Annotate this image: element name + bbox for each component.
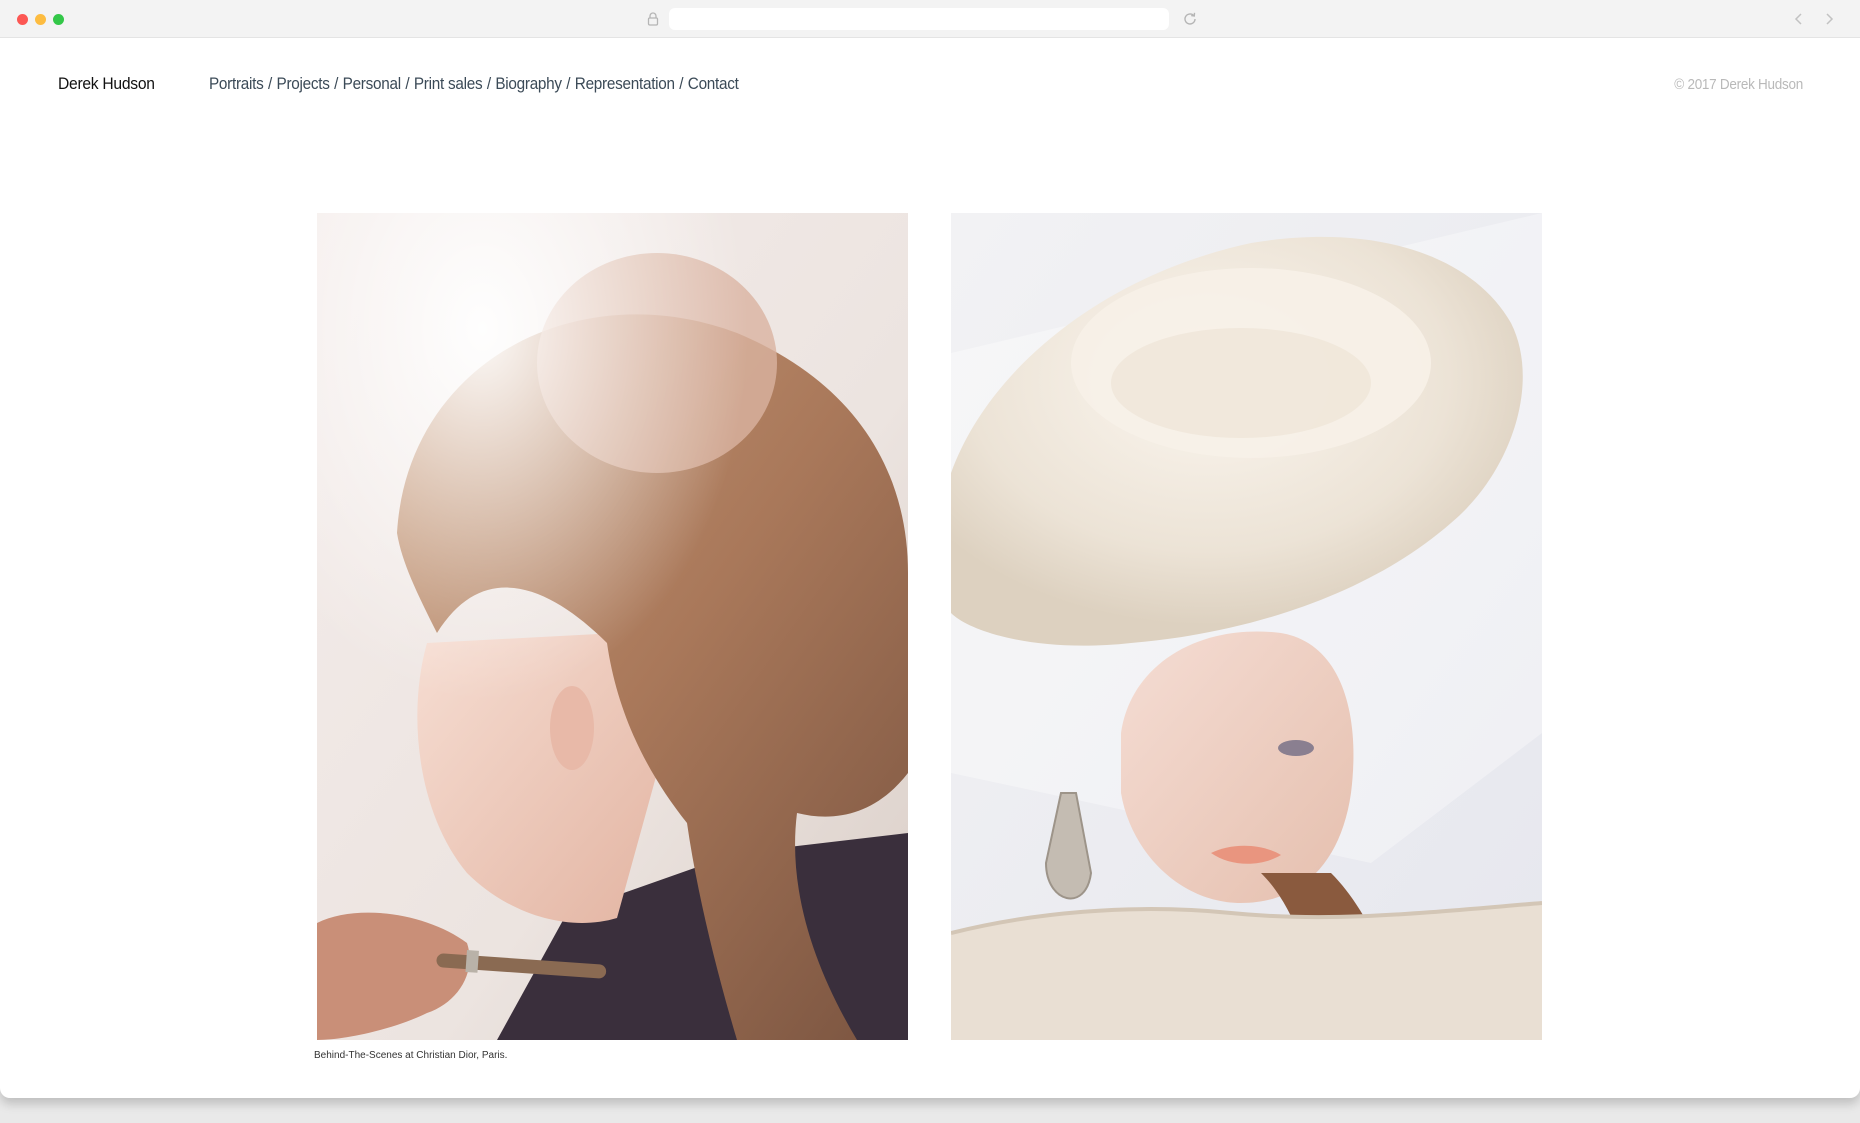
- copyright-notice: © 2017 Derek Hudson: [1674, 76, 1803, 93]
- nav-separator: /: [486, 74, 491, 93]
- nav-link-print-sales[interactable]: Print sales: [414, 74, 483, 93]
- nav-link-biography[interactable]: Biography: [495, 74, 562, 93]
- zoom-window-button[interactable]: [53, 14, 64, 25]
- main-navigation: Portraits / Projects / Personal / Print sales /…: [209, 74, 739, 94]
- photo-caption: Behind-The-Scenes at Christian Dior, Par…: [314, 1050, 508, 1061]
- gallery-photo-white-hat[interactable]: [951, 213, 1542, 1040]
- nav-link-portraits[interactable]: Portraits: [209, 74, 264, 93]
- nav-separator: /: [679, 74, 684, 93]
- browser-toolbar: [0, 0, 1860, 38]
- minimize-window-button[interactable]: [35, 14, 46, 25]
- nav-separator: /: [566, 74, 571, 93]
- nav-link-projects[interactable]: Projects: [277, 74, 330, 93]
- site-title[interactable]: Derek Hudson: [58, 74, 155, 94]
- nav-link-representation[interactable]: Representation: [575, 74, 675, 93]
- gallery-photo-hair-styling[interactable]: [317, 213, 908, 1040]
- forward-icon[interactable]: [1823, 12, 1835, 26]
- browser-window: Derek Hudson Portraits / Projects / Personal…: [0, 0, 1860, 1098]
- address-bar[interactable]: [669, 8, 1169, 30]
- lock-icon: [647, 12, 659, 26]
- nav-link-personal[interactable]: Personal: [343, 74, 402, 93]
- close-window-button[interactable]: [17, 14, 28, 25]
- nav-separator: /: [334, 74, 339, 93]
- nav-link-contact[interactable]: Contact: [688, 74, 739, 93]
- nav-separator: /: [405, 74, 410, 93]
- nav-separator: /: [268, 74, 273, 93]
- reload-icon[interactable]: [1182, 11, 1198, 27]
- back-icon[interactable]: [1793, 12, 1805, 26]
